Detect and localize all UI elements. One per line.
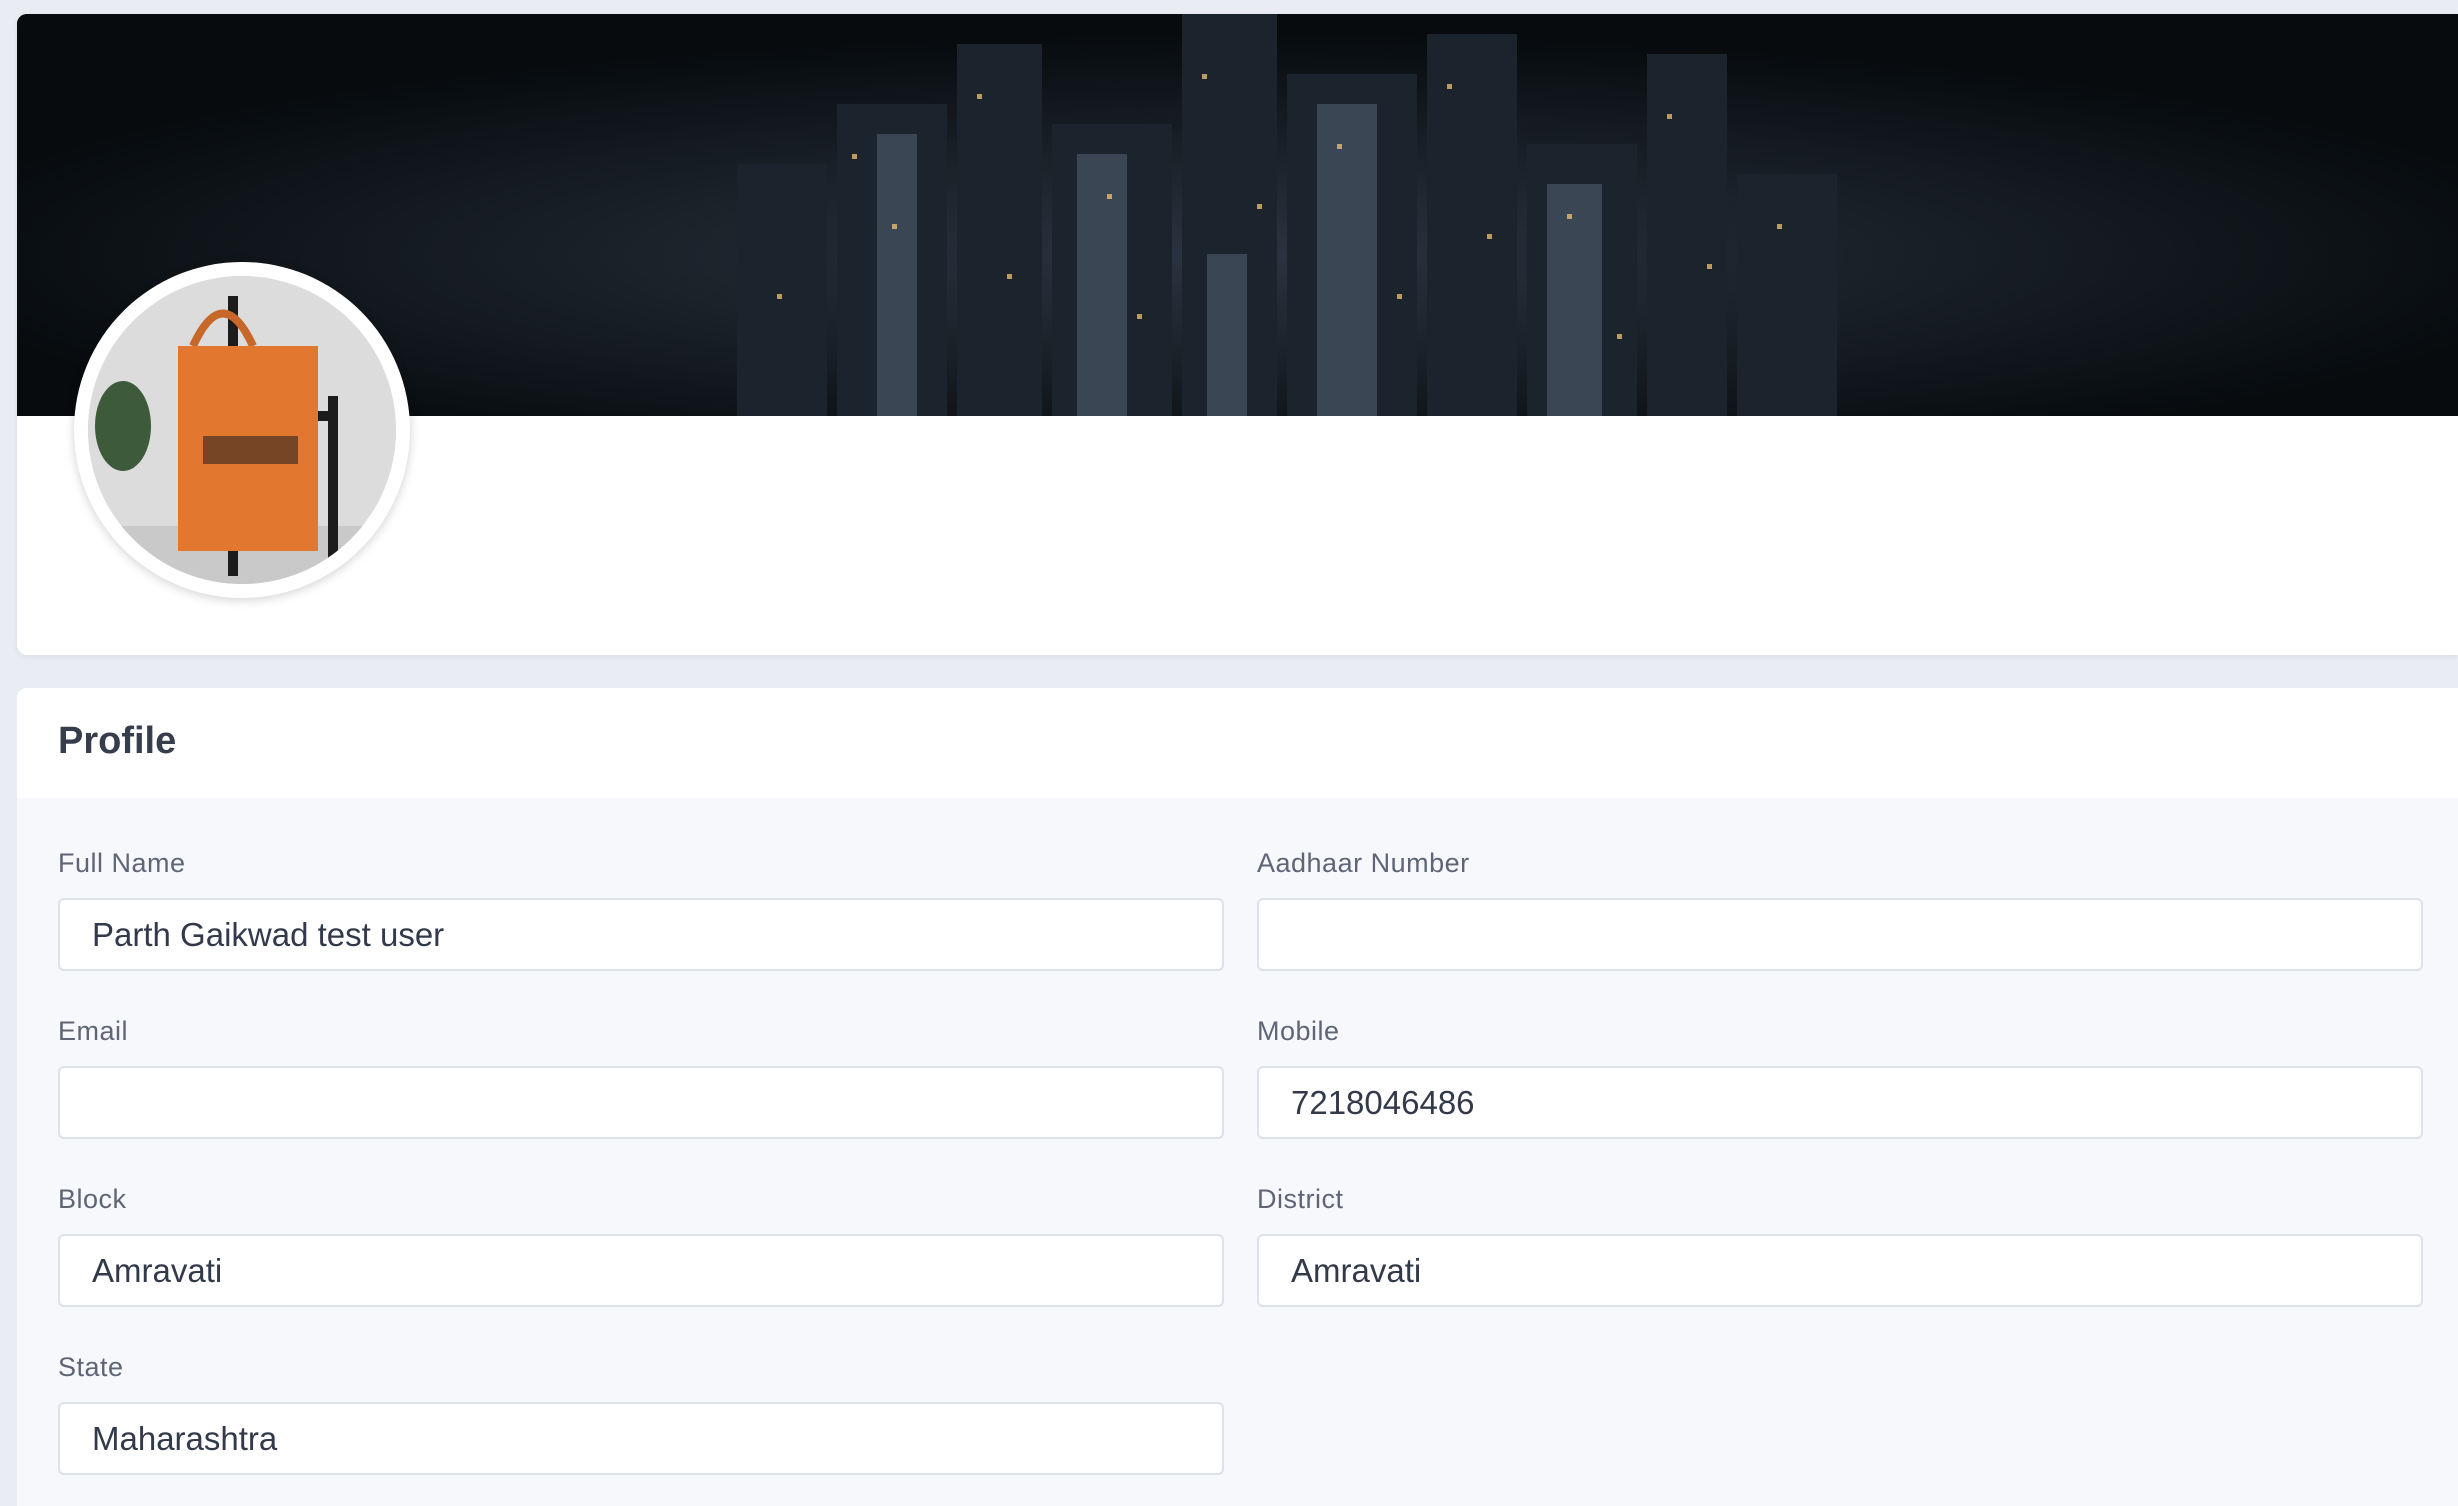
mobile-label: Mobile bbox=[1257, 1016, 1340, 1046]
email-field[interactable] bbox=[58, 1066, 1224, 1139]
orange-tote-bag-avatar bbox=[88, 276, 396, 584]
profile-card-header: Profile bbox=[17, 688, 2458, 798]
profile-form: Full Name Aadhaar Number Email Mobile Bl… bbox=[17, 798, 2458, 1506]
block-label: Block bbox=[58, 1184, 127, 1214]
state-field[interactable] bbox=[58, 1402, 1224, 1475]
profile-form-card: Profile Full Name Aadhaar Number Email M… bbox=[17, 688, 2458, 1506]
aadhaar-number-field[interactable] bbox=[1257, 898, 2423, 971]
block-field[interactable] bbox=[58, 1234, 1224, 1307]
district-label: District bbox=[1257, 1184, 1344, 1214]
aadhaar-label: Aadhaar Number bbox=[1257, 848, 1470, 878]
email-label: Email bbox=[58, 1016, 129, 1046]
page-title: Profile bbox=[58, 720, 177, 762]
mobile-field[interactable] bbox=[1257, 1066, 2423, 1139]
profile-avatar[interactable] bbox=[74, 262, 410, 598]
full-name-label: Full Name bbox=[58, 848, 186, 878]
full-name-field[interactable] bbox=[58, 898, 1224, 971]
district-field[interactable] bbox=[1257, 1234, 2423, 1307]
profile-cover-card bbox=[17, 14, 2458, 655]
state-label: State bbox=[58, 1352, 124, 1382]
